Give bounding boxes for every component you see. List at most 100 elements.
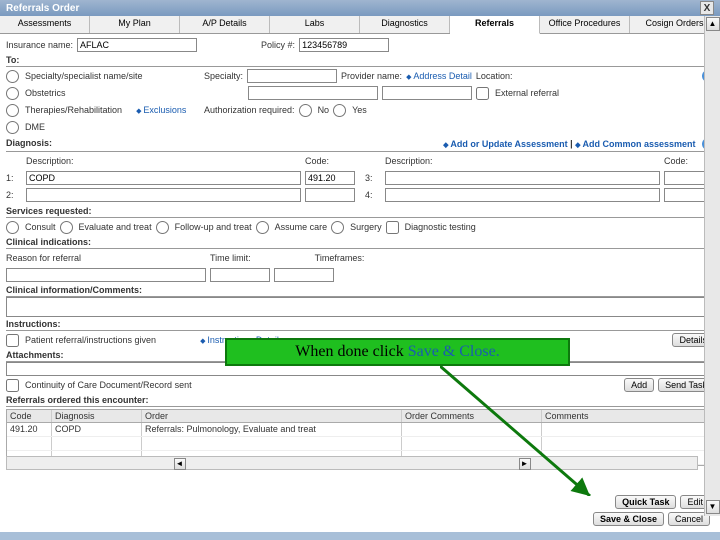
timelimit-field[interactable] (210, 268, 270, 282)
insurance-name-field[interactable] (77, 38, 197, 52)
to-opt-3: DME (25, 122, 45, 132)
external-label: External referral (495, 88, 559, 98)
timeframes-label: Timeframes: (315, 253, 365, 263)
patient-instructions-check[interactable] (6, 334, 19, 347)
timelimit-label: Time limit: (210, 253, 251, 263)
svc-diag: Diagnostic testing (405, 222, 476, 232)
svc-diagtest-check[interactable] (386, 221, 399, 234)
diag-n2: 2: (6, 190, 22, 200)
diag-n1: 1: (6, 173, 22, 183)
clinical-info-textarea[interactable] (6, 297, 714, 317)
insurance-name-label: Insurance name: (6, 40, 73, 50)
tab-myplan[interactable]: My Plan (90, 16, 180, 33)
auth-label: Authorization required: (204, 105, 295, 115)
scroll-left-icon[interactable]: ◄ (174, 458, 186, 470)
svc-eval-radio[interactable] (60, 221, 73, 234)
auth-yes: Yes (352, 105, 367, 115)
auth-no-radio[interactable] (299, 104, 312, 117)
timeframes-field[interactable] (274, 268, 334, 282)
callout-arrow-icon (440, 366, 600, 496)
svc-3: Assume care (275, 222, 328, 232)
desc-label-r: Description: (385, 156, 660, 166)
form-content: Insurance name: Policy #: To: Specialty/… (0, 34, 720, 468)
services-header: Services requested: (6, 206, 714, 218)
tab-referrals[interactable]: Referrals (450, 16, 540, 34)
add-common-assessment-link[interactable]: Add Common assessment (575, 139, 695, 149)
footer-buttons: Quick Task Edit Save & Close Cancel (593, 495, 710, 526)
clinical-header: Clinical indications: (6, 237, 714, 249)
coc-label: Continuity of Care Document/Record sent (25, 380, 192, 390)
clinical-info-header: Clinical information/Comments: (6, 285, 714, 297)
exclusions-link[interactable]: Exclusions (136, 105, 186, 115)
desc-label-l: Description: (26, 156, 301, 166)
quick-task-button[interactable]: Quick Task (615, 495, 676, 509)
titlebar: Referrals Order X (0, 0, 720, 16)
svc-consult-radio[interactable] (6, 221, 19, 234)
tab-officeprocedures[interactable]: Office Procedures (540, 16, 630, 33)
referrals-ordered-header: Referrals ordered this encounter: (6, 395, 714, 407)
policy-label: Policy #: (261, 40, 295, 50)
patient-instructions-label: Patient referral/instructions given (25, 335, 156, 345)
col-diagnosis[interactable]: Diagnosis (52, 410, 142, 422)
diagnosis-header: Diagnosis: (6, 138, 52, 150)
table-row[interactable] (7, 437, 713, 451)
to-therapies-radio[interactable] (6, 104, 19, 117)
close-icon[interactable]: X (700, 1, 714, 15)
diag-desc-2[interactable] (26, 188, 301, 202)
add-update-assessment-link[interactable]: Add or Update Assessment (443, 139, 568, 149)
svc-followup-radio[interactable] (156, 221, 169, 234)
to-specialty-radio[interactable] (6, 70, 19, 83)
scroll-down-icon[interactable]: ▼ (706, 500, 720, 514)
svc-assume-radio[interactable] (256, 221, 269, 234)
col-order[interactable]: Order (142, 410, 402, 422)
referrals-order-window: Referrals Order X Assessments My Plan A/… (0, 0, 720, 532)
training-callout: When done click Save & Close. (225, 338, 570, 366)
cell-order: Referrals: Pulmonology, Evaluate and tre… (142, 423, 402, 436)
callout-text1: When done click (295, 343, 403, 361)
code-label-l: Code: (305, 156, 355, 166)
tab-bar: Assessments My Plan A/P Details Labs Dia… (0, 16, 720, 34)
window-title: Referrals Order (6, 3, 79, 14)
vertical-scrollbar[interactable]: ▲ ▼ (704, 16, 720, 516)
specialty-label: Specialty: (204, 71, 243, 81)
diag-n4: 4: (365, 190, 381, 200)
provider-field[interactable] (248, 86, 378, 100)
reason-label: Reason for referral (6, 253, 206, 263)
diag-code-1[interactable] (305, 171, 355, 185)
to-obstetrics-radio[interactable] (6, 87, 19, 100)
location-label: Location: (476, 71, 513, 81)
col-code[interactable]: Code (7, 410, 52, 422)
to-opt-2: Therapies/Rehabilitation (25, 105, 122, 115)
auth-no: No (318, 105, 330, 115)
diag-desc-1[interactable] (26, 171, 301, 185)
to-dme-radio[interactable] (6, 121, 19, 134)
policy-field[interactable] (299, 38, 389, 52)
provider-label: Provider name: (341, 71, 402, 81)
svc-2: Follow-up and treat (175, 222, 252, 232)
save-close-button[interactable]: Save & Close (593, 512, 664, 526)
instructions-header: Instructions: (6, 319, 714, 331)
tab-apdetails[interactable]: A/P Details (180, 16, 270, 33)
tab-assessments[interactable]: Assessments (0, 16, 90, 33)
add-button[interactable]: Add (624, 378, 654, 392)
location-field[interactable] (382, 86, 472, 100)
specialty-field[interactable] (247, 69, 337, 83)
callout-text2: Save & Close. (408, 343, 500, 361)
diag-code-2[interactable] (305, 188, 355, 202)
cell-diag: COPD (52, 423, 142, 436)
diag-n3: 3: (365, 173, 381, 183)
address-detail-link[interactable]: Address Detail (406, 71, 472, 81)
coc-check[interactable] (6, 379, 19, 392)
diag-desc-3[interactable] (385, 171, 660, 185)
diag-desc-4[interactable] (385, 188, 660, 202)
scroll-up-icon[interactable]: ▲ (706, 17, 720, 31)
table-row[interactable]: 491.20 COPD Referrals: Pulmonology, Eval… (7, 423, 713, 437)
svc-surgery-radio[interactable] (331, 221, 344, 234)
tab-labs[interactable]: Labs (270, 16, 360, 33)
reason-field[interactable] (6, 268, 206, 282)
auth-yes-radio[interactable] (333, 104, 346, 117)
svc-0: Consult (25, 222, 56, 232)
tab-diagnostics[interactable]: Diagnostics (360, 16, 450, 33)
external-referral-check[interactable] (476, 87, 489, 100)
to-opt-1: Obstetrics (25, 88, 66, 98)
